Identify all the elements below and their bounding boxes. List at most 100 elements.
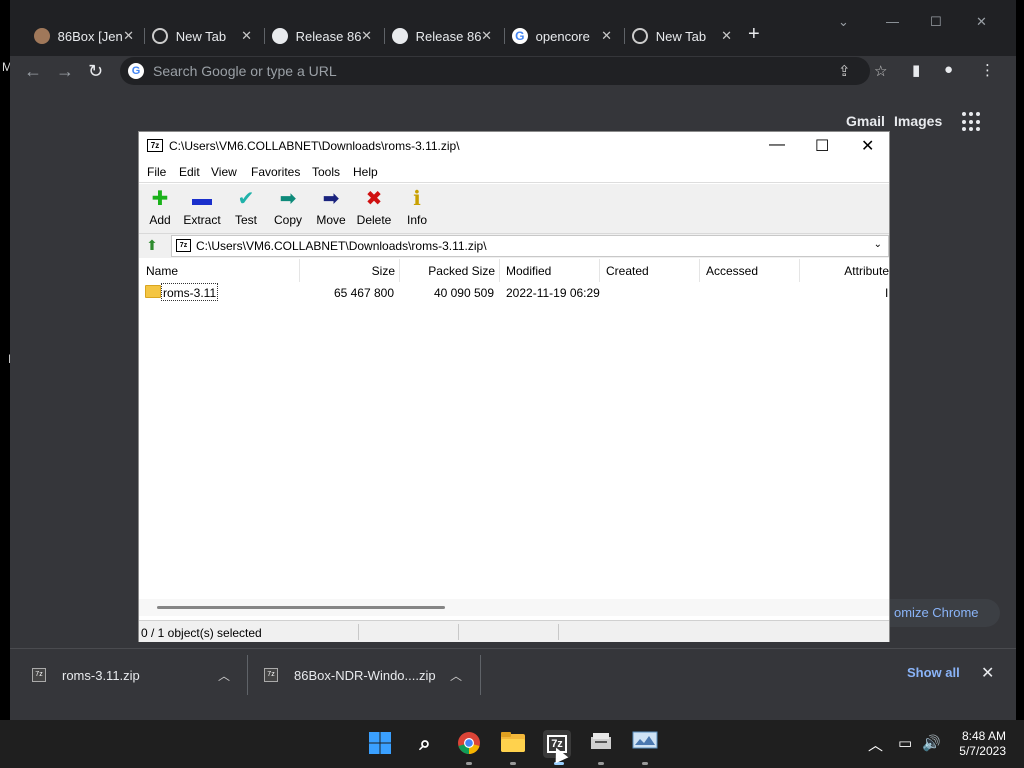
minimize-icon[interactable]: —	[769, 136, 785, 154]
7zip-app-icon: 7z	[147, 139, 163, 152]
windows-start-icon[interactable]	[367, 731, 393, 757]
horizontal-scrollbar[interactable]	[139, 599, 889, 616]
network-icon[interactable]: ▭	[898, 734, 912, 752]
close-icon[interactable]: ✕	[601, 28, 612, 44]
gmail-link[interactable]: Gmail	[846, 113, 885, 129]
move-button[interactable]: ➡ Move	[309, 186, 353, 227]
7zip-window: 7z C:\Users\VM6.COLLABNET\Downloads\roms…	[138, 131, 890, 642]
scrollbar-thumb[interactable]	[157, 606, 445, 609]
running-indicator	[510, 762, 516, 765]
chrome-taskbar-icon[interactable]	[456, 731, 482, 757]
star-icon[interactable]: ☆	[874, 62, 887, 80]
clock-time: 8:48 AM	[961, 729, 1006, 743]
chevron-down-icon[interactable]: ⌄	[838, 14, 849, 30]
download-item-86box[interactable]: 7z 86Box-NDR-Windo....zip	[264, 649, 436, 701]
delete-button[interactable]: ✖ Delete	[352, 186, 396, 227]
add-button[interactable]: ✚ Add	[138, 186, 182, 227]
column-attributes[interactable]: Attribute	[800, 259, 889, 282]
menu-view[interactable]: View	[211, 165, 237, 179]
chrome-icon	[152, 28, 168, 44]
tab-86box[interactable]: 86Box [Jen ✕	[24, 16, 142, 56]
close-downloads-icon[interactable]: ✕	[981, 663, 994, 683]
7zip-toolbar: ✚ Add ▬ Extract ✔ Test ➡ Copy ➡ Move ✖ D…	[139, 184, 889, 234]
folder-icon	[145, 285, 161, 298]
google-icon: G	[128, 63, 144, 79]
folder-up-icon[interactable]: ⬆	[143, 237, 161, 255]
column-modified[interactable]: Modified	[500, 259, 600, 282]
volume-icon[interactable]: 🔊	[922, 734, 941, 752]
close-icon[interactable]: ✕	[123, 28, 134, 44]
chevron-up-icon[interactable]: ︿	[218, 667, 230, 684]
menu-edit[interactable]: Edit	[179, 165, 200, 179]
new-tab-button[interactable]: +	[748, 24, 760, 44]
file-explorer-icon[interactable]	[500, 731, 526, 757]
extract-button[interactable]: ▬ Extract	[180, 186, 224, 227]
column-created[interactable]: Created	[600, 259, 700, 282]
profile-icon[interactable]: ●	[944, 61, 953, 78]
google-icon: G	[512, 28, 528, 44]
column-accessed[interactable]: Accessed	[700, 259, 800, 282]
tab-opencore[interactable]: G opencore ✕	[502, 16, 620, 56]
minimize-icon[interactable]: —	[886, 14, 899, 29]
browser-toolbar: ← → ↻ G Search Google or type a URL ⇪ ☆ …	[10, 56, 1016, 86]
forward-icon[interactable]: →	[56, 60, 74, 82]
download-item-roms[interactable]: 7z roms-3.11.zip	[32, 649, 140, 701]
maximize-icon[interactable]: ☐	[930, 14, 942, 30]
close-icon[interactable]: ✕	[241, 28, 252, 44]
omnibox[interactable]: G Search Google or type a URL ⇪ ☆	[120, 57, 887, 85]
plus-icon: ✚	[151, 188, 169, 210]
close-icon[interactable]: ✕	[361, 28, 372, 44]
7zip-address-bar: ⬆ 7z C:\Users\VM6.COLLABNET\Downloads\ro…	[139, 234, 889, 258]
info-button[interactable]: ℹ Info	[395, 186, 439, 227]
archive-icon: 7z	[176, 239, 191, 252]
show-all-button[interactable]: Show all	[907, 665, 960, 680]
column-packed-size[interactable]: Packed Size	[400, 259, 500, 282]
86box-taskbar-icon[interactable]	[588, 731, 614, 757]
chrome-icon	[632, 28, 648, 44]
zip-file-icon: 7z	[264, 668, 278, 682]
column-size[interactable]: Size	[300, 259, 400, 282]
menu-favorites[interactable]: Favorites	[251, 165, 300, 179]
github-icon	[272, 28, 288, 44]
close-icon[interactable]: ✕	[721, 28, 732, 44]
download-separator	[480, 655, 481, 695]
address-field[interactable]: 7z C:\Users\VM6.COLLABNET\Downloads\roms…	[171, 235, 889, 257]
clock-date: 5/7/2023	[959, 744, 1006, 758]
search-icon[interactable]: ⌕	[412, 731, 438, 757]
7zip-titlebar[interactable]: 7z C:\Users\VM6.COLLABNET\Downloads\roms…	[139, 132, 889, 161]
tab-release-1[interactable]: Release 86 ✕	[262, 16, 380, 56]
chevron-up-icon[interactable]: ︿	[450, 667, 462, 684]
side-panel-icon[interactable]: ▮	[912, 61, 920, 79]
close-icon[interactable]: ✕	[481, 28, 492, 44]
menu-file[interactable]: File	[147, 165, 166, 179]
reload-icon[interactable]: ↻	[88, 60, 103, 82]
menu-tools[interactable]: Tools	[312, 165, 340, 179]
back-icon[interactable]: ←	[24, 60, 42, 82]
close-window-icon[interactable]: ✕	[976, 14, 987, 30]
menu-icon[interactable]: ⋮	[980, 61, 995, 79]
info-icon: ℹ	[413, 188, 421, 210]
test-button[interactable]: ✔ Test	[224, 186, 268, 227]
table-row[interactable]: roms-3.11 65 467 800 40 090 509 2022-11-…	[139, 283, 889, 303]
images-link[interactable]: Images	[894, 113, 942, 129]
taskbar: ⌕ 7z ︿ ▭ 🔊 8:48 AM 5/7/2023	[0, 720, 1024, 768]
row-name[interactable]: roms-3.11	[161, 283, 219, 301]
tab-release-2[interactable]: Release 86 ✕	[382, 16, 500, 56]
share-icon[interactable]: ⇪	[838, 62, 851, 80]
chevron-down-icon[interactable]: ⌄	[874, 239, 882, 250]
tab-new-tab[interactable]: New Tab ✕	[142, 16, 260, 56]
checkmark-icon: ✔	[237, 188, 255, 210]
menu-help[interactable]: Help	[353, 165, 378, 179]
maximize-icon[interactable]: ☐	[815, 136, 829, 156]
close-icon[interactable]: ✕	[861, 136, 874, 156]
github-icon	[392, 28, 408, 44]
clock[interactable]: 8:48 AM 5/7/2023	[950, 729, 1006, 759]
tab-new-tab-2[interactable]: New Tab ✕	[622, 16, 740, 56]
chevron-up-icon[interactable]: ︿	[868, 734, 883, 755]
apps-icon[interactable]	[962, 112, 982, 132]
download-separator	[247, 655, 248, 695]
copy-button[interactable]: ➡ Copy	[266, 186, 310, 227]
monitor-app-icon[interactable]	[632, 731, 658, 757]
column-name[interactable]: Name	[139, 259, 300, 282]
row-attributes: I	[885, 286, 889, 300]
